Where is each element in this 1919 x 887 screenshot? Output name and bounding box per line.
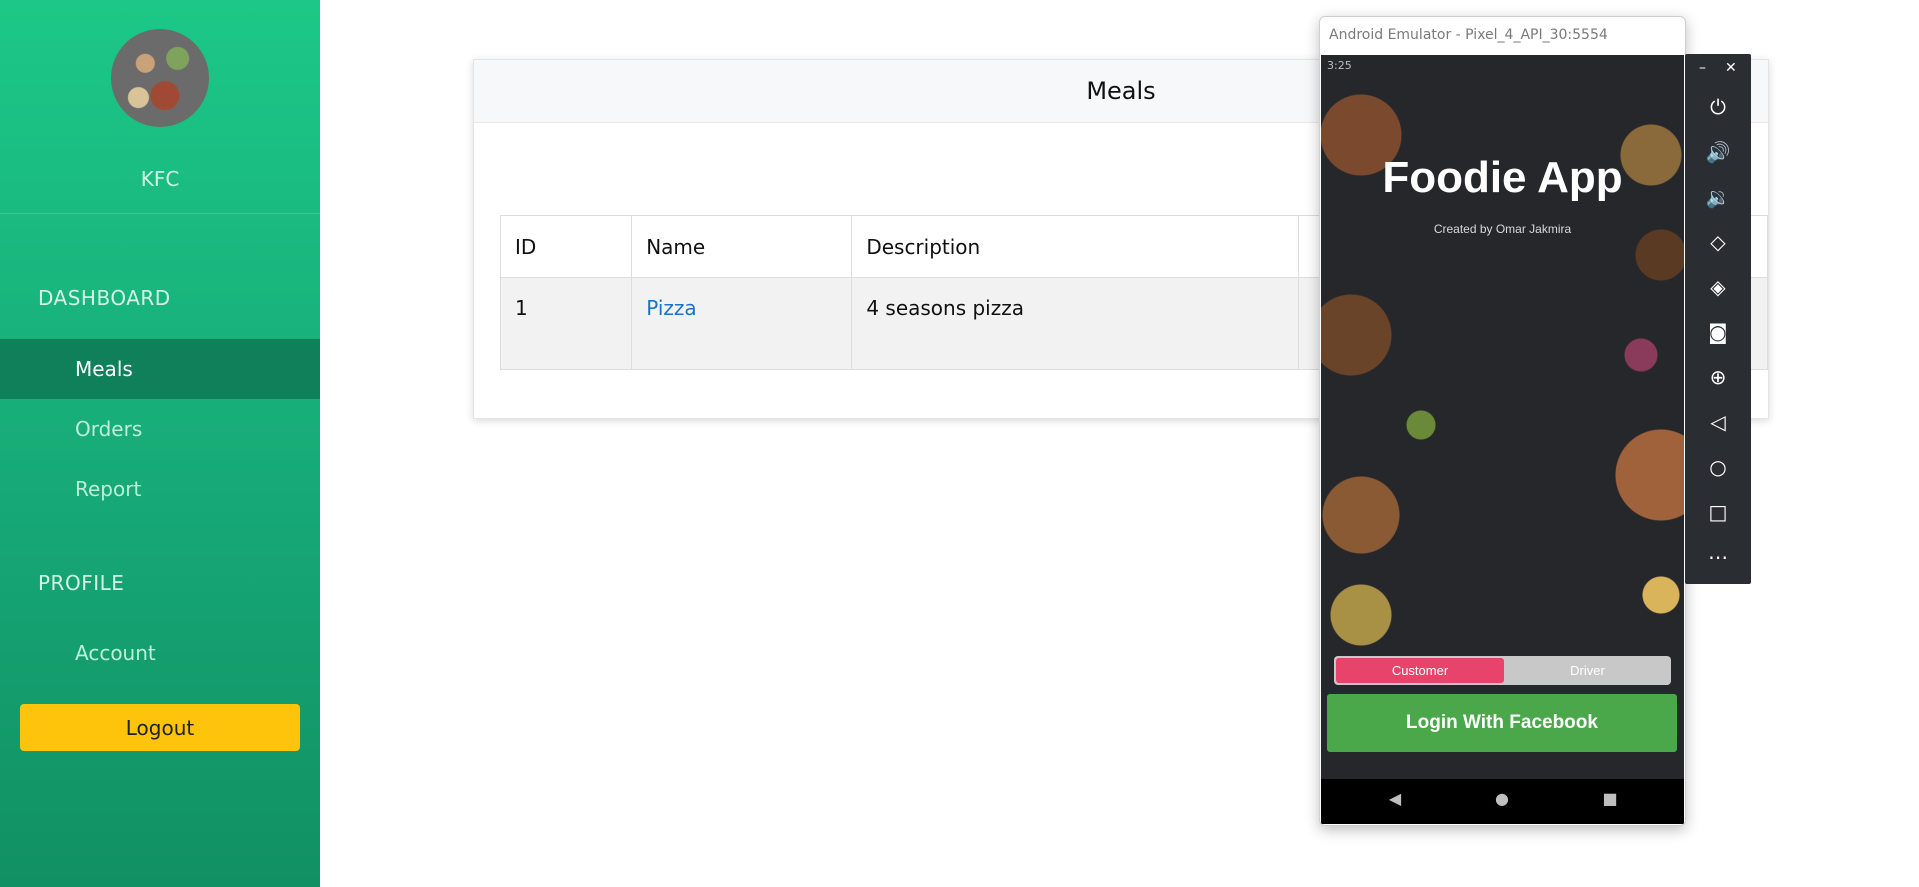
overview-icon[interactable]: □ [1703,497,1733,527]
emulator-toolbar: – ✕ ⏻ 🔊 🔉 ◇ ◈ ◙ ⊕ ◁ ○ □ ⋯ [1685,54,1751,584]
camera-icon[interactable]: ◙ [1703,317,1733,347]
nav-home-icon[interactable]: ● [1492,789,1512,809]
column-header-name: Name [631,215,853,278]
zoom-icon[interactable]: ⊕ [1703,362,1733,392]
phone-screen: 3:25 Foodie App Created by Omar Jakmira … [1321,55,1684,824]
column-header-id: ID [499,215,633,278]
status-time: 3:25 [1327,59,1352,72]
toggle-customer[interactable]: Customer [1336,658,1504,683]
role-toggle: Customer Driver [1334,656,1671,685]
sidebar-item-meals[interactable]: Meals [0,339,320,399]
cell-name: Pizza [631,277,853,370]
volume-up-icon[interactable]: 🔊 [1703,137,1733,167]
column-header-description: Description [851,215,1299,278]
home-icon[interactable]: ○ [1703,452,1733,482]
close-icon[interactable]: ✕ [1725,60,1737,76]
meal-name-link[interactable]: Pizza [646,296,696,320]
sidebar-divider [0,213,320,214]
restaurant-avatar [111,29,209,127]
cell-description: 4 seasons pizza [851,277,1299,370]
volume-down-icon[interactable]: 🔉 [1703,182,1733,212]
login-facebook-button[interactable]: Login With Facebook [1327,694,1677,752]
android-nav-bar: ◀ ● ■ [1321,779,1684,824]
emulator-title: Android Emulator - Pixel_4_API_30:5554 [1329,27,1608,43]
back-icon[interactable]: ◁ [1703,407,1733,437]
logout-button[interactable]: Logout [20,704,300,751]
sidebar-item-account[interactable]: Account [0,623,320,683]
app-subtitle: Created by Omar Jakmira [1433,222,1572,236]
section-title-profile: PROFILE [38,571,125,595]
power-icon[interactable]: ⏻ [1703,92,1733,122]
nav-back-icon[interactable]: ◀ [1385,789,1405,809]
emulator-window: Android Emulator - Pixel_4_API_30:5554 3… [1319,16,1686,826]
sidebar-item-report[interactable]: Report [0,459,320,519]
section-title-dashboard: DASHBOARD [38,286,171,310]
cell-id: 1 [499,277,633,370]
restaurant-name: KFC [140,167,180,191]
rotate-right-icon[interactable]: ◈ [1703,272,1733,302]
rotate-left-icon[interactable]: ◇ [1703,227,1733,257]
minimize-icon[interactable]: – [1699,60,1706,76]
sidebar-item-orders[interactable]: Orders [0,399,320,459]
app-title: Foodie App [1382,153,1623,202]
toggle-driver[interactable]: Driver [1504,658,1671,683]
nav-overview-icon[interactable]: ■ [1600,789,1620,809]
more-icon[interactable]: ⋯ [1703,542,1733,572]
sidebar: KFC DASHBOARD Meals Orders Report PROFIL… [0,0,320,887]
